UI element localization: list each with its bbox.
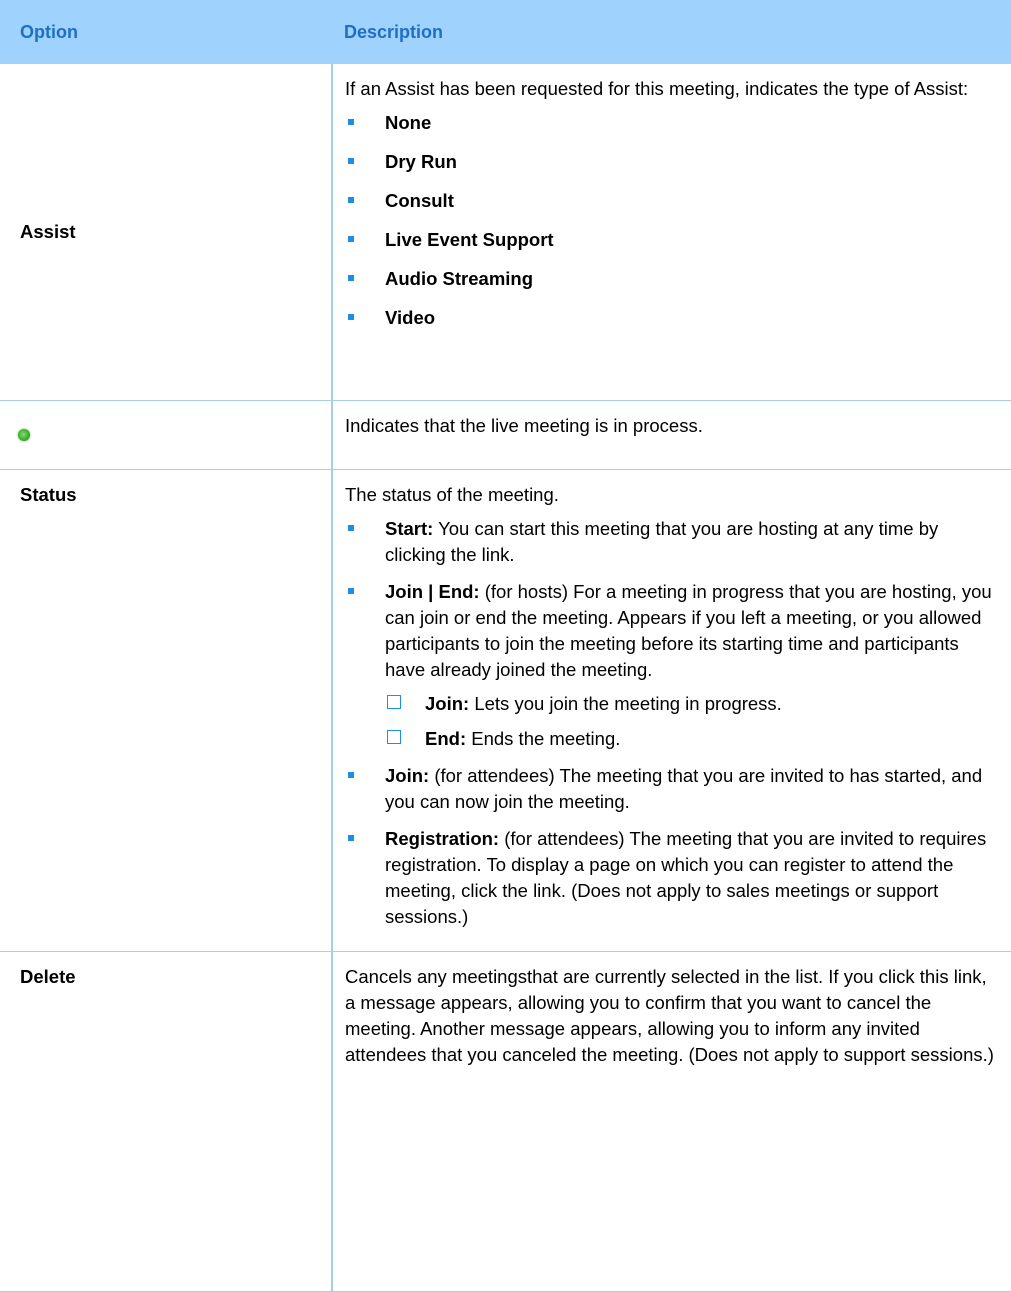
table-row-live: Indicates that the live meeting is in pr… [0, 400, 1011, 470]
item-text: You can start this meeting that you are … [385, 517, 939, 565]
list-item: Dry Run [345, 149, 997, 175]
list-item: Registration: (for attendees) The meetin… [345, 826, 997, 930]
list-item: Join | End: (for hosts) For a meeting in… [345, 579, 997, 752]
options-table: Option Description Assist If an Assist h… [0, 0, 1011, 1292]
item-text: Lets you join the meeting in progress. [469, 692, 782, 714]
checkbox-square-icon [387, 729, 401, 744]
item-text: (for attendees) The meeting that you are… [385, 764, 983, 812]
list-item: Live Event Support [345, 227, 997, 253]
item-label: Join: [425, 692, 470, 714]
table-row-status: Status The status of the meeting. Start:… [0, 469, 1011, 952]
live-description: Indicates that the live meeting is in pr… [345, 414, 703, 436]
option-status: Status [0, 469, 333, 952]
sub-list-item: End: Ends the meeting. [385, 726, 997, 752]
sub-list-item: Join: Lets you join the meeting in progr… [385, 691, 997, 717]
description-delete: Cancels any meetingsthat are currently s… [332, 951, 1011, 1292]
delete-description: Cancels any meetingsthat are currently s… [345, 965, 994, 1065]
list-item: Consult [345, 188, 997, 214]
item-label: Join | End: [385, 580, 480, 602]
status-intro: The status of the meeting. [345, 483, 559, 505]
list-item: Start: You can start this meeting that y… [345, 516, 997, 568]
option-delete: Delete [0, 951, 333, 1292]
option-assist: Assist [0, 64, 333, 401]
header-description: Description [344, 21, 444, 42]
description-status: The status of the meeting. Start: You ca… [332, 469, 1011, 952]
assist-type-list: None Dry Run Consult Live Event Support … [345, 110, 997, 331]
option-live-indicator [0, 400, 333, 470]
table-header: Option Description [0, 0, 1011, 64]
table-row-delete: Delete Cancels any meetingsthat are curr… [0, 951, 1011, 1292]
header-option: Option [20, 21, 78, 42]
item-label: Registration: [385, 827, 500, 849]
description-live: Indicates that the live meeting is in pr… [332, 400, 1011, 470]
list-item: Join: (for attendees) The meeting that y… [345, 763, 997, 815]
join-end-sublist: Join: Lets you join the meeting in progr… [385, 691, 997, 752]
description-assist: If an Assist has been requested for this… [332, 64, 1011, 401]
checkbox-square-icon [387, 694, 401, 709]
item-label: End: [425, 727, 467, 749]
item-label: Start: [385, 517, 434, 539]
item-label: Join: [385, 764, 430, 786]
item-text: Ends the meeting. [466, 727, 621, 749]
list-item: Video [345, 305, 997, 331]
assist-intro: If an Assist has been requested for this… [345, 78, 969, 99]
list-item: None [345, 110, 997, 136]
table-row-assist: Assist If an Assist has been requested f… [0, 64, 1011, 401]
status-list: Start: You can start this meeting that y… [345, 516, 997, 930]
list-item: Audio Streaming [345, 266, 997, 292]
green-dot-icon [18, 428, 30, 441]
